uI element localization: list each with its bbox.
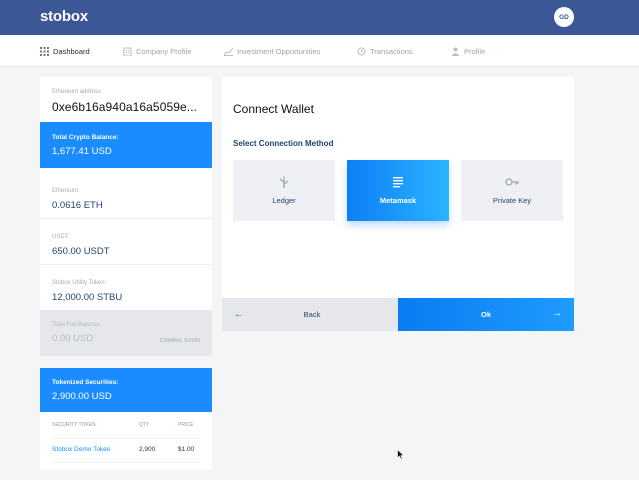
divider — [52, 438, 200, 439]
nav-label: Investment Opportunities — [237, 46, 321, 56]
method-label: Ledger — [272, 196, 296, 205]
crypto-balance-card: Total Crypto Balance: 1,677.41 USD — [40, 122, 212, 168]
securities-value: 2,900.00 USD — [52, 391, 112, 402]
balance-label: Ethereum: — [52, 188, 80, 194]
history-icon — [357, 47, 366, 55]
securities-label: Tokenized Securities: — [52, 379, 119, 386]
divider — [52, 462, 200, 463]
nav-dashboard[interactable]: Dashboard — [40, 35, 90, 67]
coming-soon-badge: COMING SOON — [159, 338, 200, 344]
balance-value: 0.0616 ETH — [52, 200, 103, 211]
address-value[interactable]: 0xe6b16a940a16a5059e... — [52, 100, 207, 114]
panel-title: Connect Wallet — [233, 102, 314, 116]
arrow-right-icon: → — [552, 308, 562, 319]
balance-label: Stobox Utility Token: — [52, 280, 107, 286]
crypto-balance-value: 1,677.41 USD — [52, 146, 112, 157]
user-avatar[interactable]: GD — [554, 7, 574, 27]
fiat-value: 0.00 USD — [52, 333, 94, 344]
ok-label: Ok — [480, 310, 491, 319]
key-icon — [505, 178, 519, 186]
method-metamask[interactable]: Metamask — [347, 160, 449, 221]
method-label: Metamask — [379, 196, 417, 205]
nav-label: Company Profile — [136, 46, 192, 56]
balance-row-stbu: Stobox Utility Token: 12,000.00 STBU — [40, 265, 212, 311]
security-qty: 2,900 — [139, 446, 156, 453]
main-nav: Dashboard Company Profile Investment Opp… — [0, 35, 639, 67]
chart-icon — [224, 47, 233, 56]
balance-label: USDT: — [52, 234, 70, 240]
security-token-link[interactable]: Stobox Demo Token — [52, 446, 110, 453]
fiat-balance-card: Total Fiat Balance: 0.00 USD COMING SOON — [40, 310, 212, 356]
method-private-key[interactable]: Private Key — [461, 160, 563, 221]
nav-transactions[interactable]: Transactions — [357, 35, 413, 67]
wallet-address-card: Ethereum address 0xe6b16a940a16a5059e... — [40, 77, 212, 122]
balance-value: 650.00 USDT — [52, 246, 110, 257]
nav-investment-opportunities[interactable]: Investment Opportunities — [224, 35, 320, 67]
building-icon — [123, 47, 132, 56]
ok-button[interactable]: Ok → — [398, 298, 574, 331]
method-label: Private Key — [492, 196, 532, 205]
stobox-logo[interactable]: stobox — [40, 8, 88, 25]
nav-label: Dashboard — [53, 46, 90, 56]
table-header-token: SECURITY TOKEN — [52, 422, 96, 428]
top-bar: stobox GD — [0, 0, 639, 35]
nav-profile[interactable]: Profile — [451, 35, 485, 67]
grid-icon — [40, 46, 49, 56]
balance-row-eth: Ethereum: 0.0616 ETH — [40, 173, 212, 219]
balance-list: Ethereum: 0.0616 ETH USDT: 650.00 USDT S… — [40, 168, 212, 310]
address-label: Ethereum address — [52, 89, 102, 95]
balance-value: 12,000.00 STBU — [52, 292, 123, 303]
nav-label: Transactions — [370, 46, 413, 56]
usb-icon — [280, 176, 288, 188]
balance-row-usdt: USDT: 650.00 USDT — [40, 219, 212, 265]
back-button[interactable]: ← Back — [222, 298, 398, 331]
connect-wallet-panel: Connect Wallet Select Connection Method … — [222, 77, 574, 331]
securities-card: Tokenized Securities: 2,900.00 USD — [40, 368, 212, 412]
back-label: Back — [303, 310, 321, 319]
fiat-label: Total Fiat Balance: — [52, 322, 102, 328]
method-ledger[interactable]: Ledger — [233, 160, 335, 221]
securities-table: SECURITY TOKEN QTY PRICE Stobox Demo Tok… — [40, 412, 212, 470]
mouse-cursor-icon — [397, 449, 405, 460]
nav-company-profile[interactable]: Company Profile — [123, 35, 191, 67]
security-price: $1.00 — [178, 446, 195, 453]
table-header-price: PRICE — [178, 422, 194, 428]
table-header-qty: QTY — [139, 422, 150, 428]
list-icon — [393, 177, 403, 188]
panel-subtitle: Select Connection Method — [233, 139, 334, 148]
crypto-balance-label: Total Crypto Balance: — [52, 134, 119, 141]
nav-label: Profile — [464, 46, 486, 56]
user-icon — [451, 47, 460, 56]
